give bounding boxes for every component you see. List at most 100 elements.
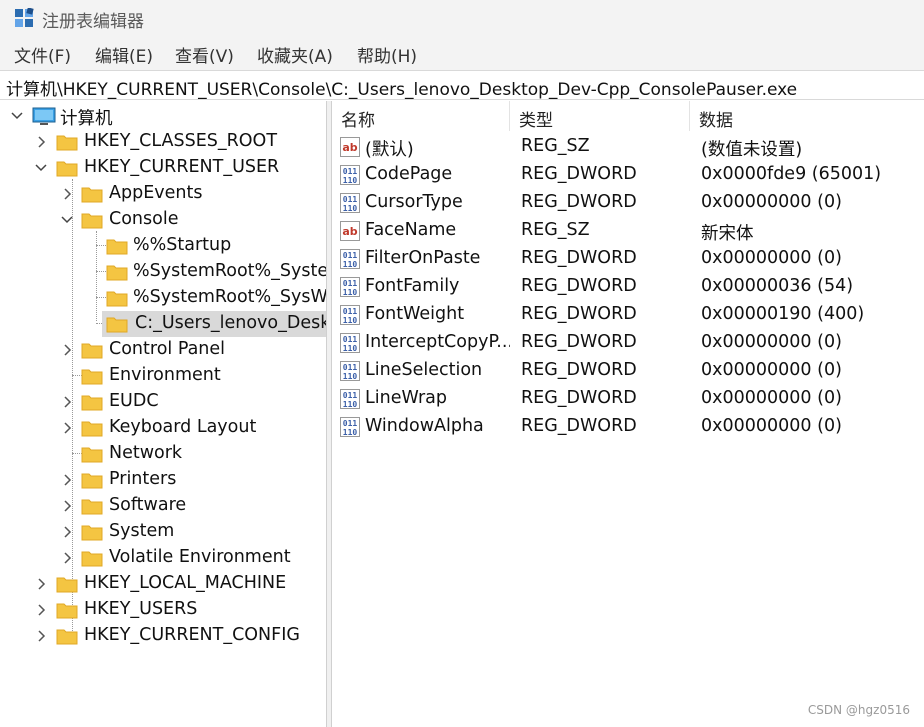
value-data: 0x00000000 (0): [701, 388, 842, 408]
tree-item-selected-key[interactable]: C:_Users_lenovo_Deskt: [0, 311, 326, 337]
menu-edit[interactable]: 编辑(E): [93, 42, 155, 67]
chevron-right-icon[interactable]: [34, 626, 48, 646]
tree-item-control-panel[interactable]: Control Panel: [0, 337, 326, 363]
tree-item-eudc[interactable]: EUDC: [0, 389, 326, 415]
chevron-down-icon[interactable]: [60, 210, 74, 230]
folder-icon: [56, 161, 78, 177]
address-path[interactable]: 计算机\HKEY_CURRENT_USER\Console\C:_Users_l…: [6, 75, 797, 100]
chevron-right-icon[interactable]: [60, 470, 74, 490]
tree-item-hkey-current-config[interactable]: HKEY_CURRENT_CONFIG: [0, 623, 326, 649]
value-data: 0x0000fde9 (65001): [701, 164, 882, 184]
value-name: FontFamily: [365, 276, 460, 296]
tree-item-console[interactable]: Console: [0, 207, 326, 233]
value-name: FaceName: [365, 220, 457, 240]
dword-value-icon: 011110: [340, 417, 360, 437]
svg-text:110: 110: [343, 176, 358, 185]
chevron-right-icon[interactable]: [60, 522, 74, 542]
value-row[interactable]: 011 110 FontFamily REG_DWORD 0x00000036 (54): [332, 273, 924, 301]
svg-text:110: 110: [343, 344, 358, 353]
tree-item-label: EUDC: [109, 391, 159, 411]
dword-value-icon: 011110: [340, 249, 360, 269]
tree-item-hkey-classes-root[interactable]: HKEY_CLASSES_ROOT: [0, 129, 326, 155]
value-row[interactable]: 011 110 FilterOnPaste REG_DWORD 0x00000000 (…: [332, 245, 924, 273]
tree-item-label: HKEY_LOCAL_MACHINE: [84, 573, 287, 593]
value-row[interactable]: 011 110 InterceptCopyP... REG_DWORD 0x000000…: [332, 329, 924, 357]
value-row[interactable]: 011 110 LineSelection REG_DWORD 0x00000000 (…: [332, 357, 924, 385]
chevron-right-icon[interactable]: [60, 496, 74, 516]
tree-item-systemroot-system32[interactable]: %SystemRoot%_System: [0, 259, 326, 285]
value-row[interactable]: 011 110 CursorType REG_DWORD 0x00000000 (0): [332, 189, 924, 217]
tree-item-hkey-current-user[interactable]: HKEY_CURRENT_USER: [0, 155, 326, 181]
folder-icon: [106, 265, 128, 281]
folder-icon: [81, 473, 103, 489]
tree-item-label: Control Panel: [109, 339, 226, 359]
column-header-type[interactable]: 类型: [510, 101, 690, 131]
tree-item-hkey-users[interactable]: HKEY_USERS: [0, 597, 326, 623]
tree-item-network[interactable]: Network: [0, 441, 326, 467]
svg-text:011: 011: [343, 335, 358, 344]
chevron-right-icon[interactable]: [34, 574, 48, 594]
value-row[interactable]: 011 110 LineWrap REG_DWORD 0x00000000 (0): [332, 385, 924, 413]
value-type: REG_DWORD: [521, 192, 637, 212]
tree-item-system[interactable]: System: [0, 519, 326, 545]
chevron-right-icon[interactable]: [60, 392, 74, 412]
menu-favorites[interactable]: 收藏夹(A): [255, 42, 335, 67]
chevron-down-icon[interactable]: [34, 158, 48, 178]
folder-icon: [81, 395, 103, 411]
chevron-right-icon[interactable]: [60, 548, 74, 568]
chevron-right-icon[interactable]: [34, 600, 48, 620]
value-row[interactable]: 011 110 FontWeight REG_DWORD 0x00000190 (400…: [332, 301, 924, 329]
menu-view[interactable]: 查看(V): [173, 42, 236, 67]
value-row[interactable]: ab (默认) REG_SZ (数值未设置): [332, 133, 924, 161]
chevron-right-icon[interactable]: [60, 418, 74, 438]
column-header-name[interactable]: 名称: [332, 101, 510, 131]
value-type: REG_DWORD: [521, 276, 637, 296]
value-name: CodePage: [365, 164, 453, 184]
tree-item-startup[interactable]: %%Startup: [0, 233, 326, 259]
dword-value-icon: 011110: [340, 193, 360, 213]
tree-item-volatile-environment[interactable]: Volatile Environment: [0, 545, 326, 571]
value-row[interactable]: 011 110 CodePage REG_DWORD 0x0000fde9 (65001…: [332, 161, 924, 189]
column-header-data[interactable]: 数据: [690, 101, 924, 131]
folder-icon: [81, 213, 103, 229]
key-tree[interactable]: 计算机 HKEY_CLASSES_ROOT HKEY_CURRENT_USER …: [0, 101, 326, 727]
menu-help[interactable]: 帮助(H): [355, 42, 419, 67]
tree-item-label: Keyboard Layout: [109, 417, 257, 437]
value-name: LineSelection: [365, 360, 483, 380]
chevron-right-icon[interactable]: [60, 340, 74, 360]
menu-file[interactable]: 文件(F): [12, 42, 73, 67]
dword-value-icon: 011110: [340, 361, 360, 381]
tree-item-label: %SystemRoot%_SysWO: [133, 287, 326, 307]
tree-item-software[interactable]: Software: [0, 493, 326, 519]
tree-item-keyboard-layout[interactable]: Keyboard Layout: [0, 415, 326, 441]
values-list[interactable]: 名称 类型 数据 ab (默认) REG_SZ (数值未设置) 011 110 CodePa…: [332, 101, 924, 727]
chevron-right-icon[interactable]: [60, 184, 74, 204]
value-type: REG_DWORD: [521, 360, 637, 380]
folder-icon: [81, 499, 103, 515]
folder-icon: [81, 421, 103, 437]
tree-item-label: Volatile Environment: [109, 547, 291, 567]
svg-text:011: 011: [343, 363, 358, 372]
tree-item-label: HKEY_CURRENT_USER: [84, 157, 280, 177]
value-row[interactable]: ab FaceName REG_SZ 新宋体: [332, 217, 924, 245]
value-data: 0x00000000 (0): [701, 416, 842, 436]
tree-item-label: System: [109, 521, 175, 541]
tree-item-hkey-local-machine[interactable]: HKEY_LOCAL_MACHINE: [0, 571, 326, 597]
tree-item-printers[interactable]: Printers: [0, 467, 326, 493]
tree-item-systemroot-syswow64[interactable]: %SystemRoot%_SysWO: [0, 285, 326, 311]
address-bar[interactable]: 计算机\HKEY_CURRENT_USER\Console\C:_Users_l…: [0, 70, 924, 100]
folder-icon: [81, 343, 103, 359]
tree-item-computer[interactable]: 计算机: [0, 103, 326, 129]
value-row[interactable]: 011 110 WindowAlpha REG_DWORD 0x00000000 (0): [332, 413, 924, 441]
value-data: 0x00000000 (0): [701, 332, 842, 352]
folder-icon: [106, 291, 128, 307]
folder-icon: [56, 577, 78, 593]
tree-item-environment[interactable]: Environment: [0, 363, 326, 389]
tree-item-appevents[interactable]: AppEvents: [0, 181, 326, 207]
chevron-right-icon[interactable]: [34, 132, 48, 152]
svg-text:110: 110: [343, 316, 358, 325]
value-type: REG_SZ: [521, 220, 590, 240]
dword-value-icon: 011110: [340, 277, 360, 297]
value-name: CursorType: [365, 192, 463, 212]
chevron-down-icon[interactable]: [10, 106, 24, 126]
